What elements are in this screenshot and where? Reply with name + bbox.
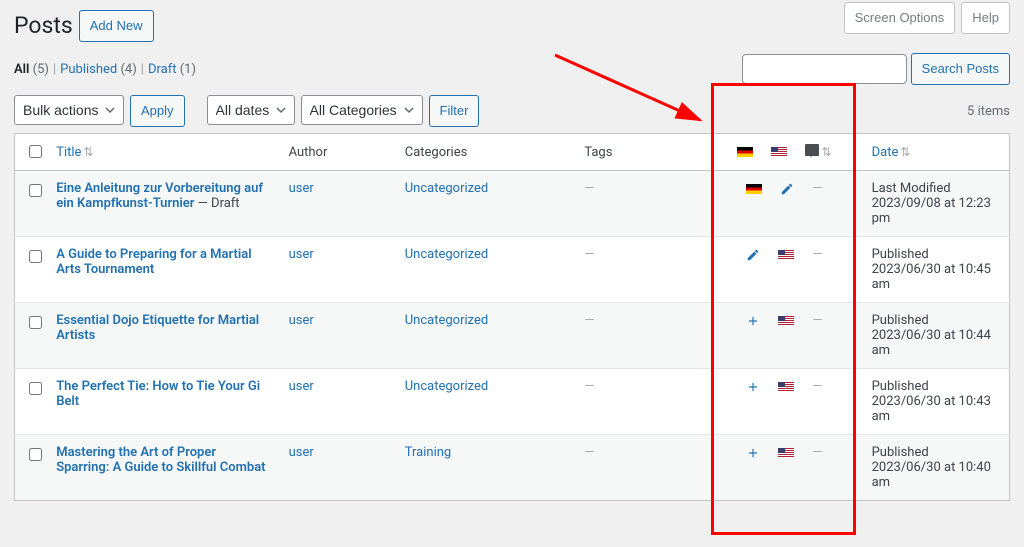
row-checkbox[interactable] <box>29 382 42 395</box>
table-row: The Perfect Tie: How to Tie Your Gi Belt… <box>15 369 1010 435</box>
comments-dash: — <box>812 313 822 328</box>
post-title-link[interactable]: A Guide to Preparing for a Martial Arts … <box>56 247 251 277</box>
dates-select[interactable]: All dates <box>207 95 295 125</box>
post-status: — Draft <box>194 196 239 211</box>
us-flag-icon[interactable] <box>778 316 794 326</box>
us-flag-icon[interactable] <box>778 250 794 260</box>
search-input[interactable] <box>742 54 907 84</box>
plus-icon[interactable] <box>746 380 760 394</box>
sort-icon: ⇅ <box>900 145 910 159</box>
table-row: Mastering the Art of Proper Sparring: A … <box>15 435 1010 501</box>
author-link[interactable]: user <box>289 379 314 394</box>
date-value: 2023/06/30 at 10:44 am <box>872 328 991 358</box>
plus-icon[interactable] <box>746 446 760 460</box>
view-all-count: (5) <box>33 62 49 77</box>
select-all-checkbox[interactable] <box>29 145 42 158</box>
table-row: A Guide to Preparing for a Martial Arts … <box>15 237 1010 303</box>
date-status: Published <box>872 445 929 460</box>
date-status: Published <box>872 379 929 394</box>
us-flag-icon[interactable] <box>778 448 794 458</box>
view-draft[interactable]: Draft <box>148 62 177 77</box>
column-categories: Categories <box>395 134 575 171</box>
add-new-button[interactable]: Add New <box>79 10 154 42</box>
category-link[interactable]: Uncategorized <box>405 181 488 196</box>
date-status: Published <box>872 247 929 262</box>
posts-table: Title⇅ Author Categories Tags ⇅ Date⇅ Ei… <box>14 133 1010 501</box>
author-link[interactable]: user <box>289 445 314 460</box>
tags-value: — <box>584 181 594 196</box>
row-checkbox[interactable] <box>29 316 42 329</box>
german-flag-icon[interactable] <box>746 184 762 194</box>
us-flag-icon[interactable] <box>771 147 787 157</box>
post-title-link[interactable]: Essential Dojo Etiquette for Martial Art… <box>56 313 259 343</box>
us-flag-icon[interactable] <box>778 382 794 392</box>
author-link[interactable]: user <box>289 181 314 196</box>
date-status: Published <box>872 313 929 328</box>
author-link[interactable]: user <box>289 313 314 328</box>
author-link[interactable]: user <box>289 247 314 262</box>
sort-icon: ⇅ <box>83 145 93 159</box>
column-date[interactable]: Date <box>872 145 899 160</box>
table-row: Essential Dojo Etiquette for Martial Art… <box>15 303 1010 369</box>
tags-value: — <box>584 247 594 262</box>
items-count: 5 items <box>967 104 1010 119</box>
help-button[interactable]: Help <box>961 2 1010 34</box>
page-title: Posts <box>14 8 73 43</box>
search-button[interactable]: Search Posts <box>911 53 1010 85</box>
category-link[interactable]: Uncategorized <box>405 247 488 262</box>
comments-dash: — <box>812 445 822 460</box>
view-draft-count: (1) <box>180 62 196 77</box>
date-status: Last Modified <box>872 181 951 196</box>
date-value: 2023/06/30 at 10:43 am <box>872 394 991 424</box>
row-checkbox[interactable] <box>29 448 42 461</box>
column-author: Author <box>279 134 395 171</box>
row-checkbox[interactable] <box>29 184 42 197</box>
date-value: 2023/09/08 at 12:23 pm <box>872 196 991 226</box>
category-link[interactable]: Uncategorized <box>405 379 488 394</box>
categories-select[interactable]: All Categories <box>301 95 423 125</box>
tags-value: — <box>584 313 594 328</box>
comments-icon[interactable]: ⇅ <box>805 144 831 160</box>
date-value: 2023/06/30 at 10:40 am <box>872 460 991 490</box>
post-title-link[interactable]: The Perfect Tie: How to Tie Your Gi Belt <box>56 379 260 409</box>
pencil-icon[interactable] <box>746 248 760 262</box>
view-all[interactable]: All <box>14 62 29 77</box>
filter-button[interactable]: Filter <box>429 95 480 127</box>
plus-icon[interactable] <box>746 314 760 328</box>
row-checkbox[interactable] <box>29 250 42 263</box>
tags-value: — <box>584 445 594 460</box>
screen-options-button[interactable]: Screen Options <box>844 2 956 34</box>
bulk-actions-select[interactable]: Bulk actions <box>14 95 124 125</box>
comments-dash: — <box>812 247 822 262</box>
date-value: 2023/06/30 at 10:45 am <box>872 262 991 292</box>
view-published-count: (4) <box>120 62 136 77</box>
post-title-link[interactable]: Mastering the Art of Proper Sparring: A … <box>56 445 265 475</box>
category-link[interactable]: Training <box>405 445 451 460</box>
column-tags: Tags <box>574 134 707 171</box>
table-row: Eine Anleitung zur Vorbereitung auf ein … <box>15 171 1010 237</box>
view-published[interactable]: Published <box>60 62 117 77</box>
comments-dash: — <box>812 181 822 196</box>
category-link[interactable]: Uncategorized <box>405 313 488 328</box>
pencil-icon[interactable] <box>780 182 794 196</box>
tags-value: — <box>584 379 594 394</box>
comments-dash: — <box>812 379 822 394</box>
column-title[interactable]: Title <box>56 145 81 160</box>
german-flag-icon[interactable] <box>737 147 753 157</box>
apply-button[interactable]: Apply <box>130 95 185 127</box>
